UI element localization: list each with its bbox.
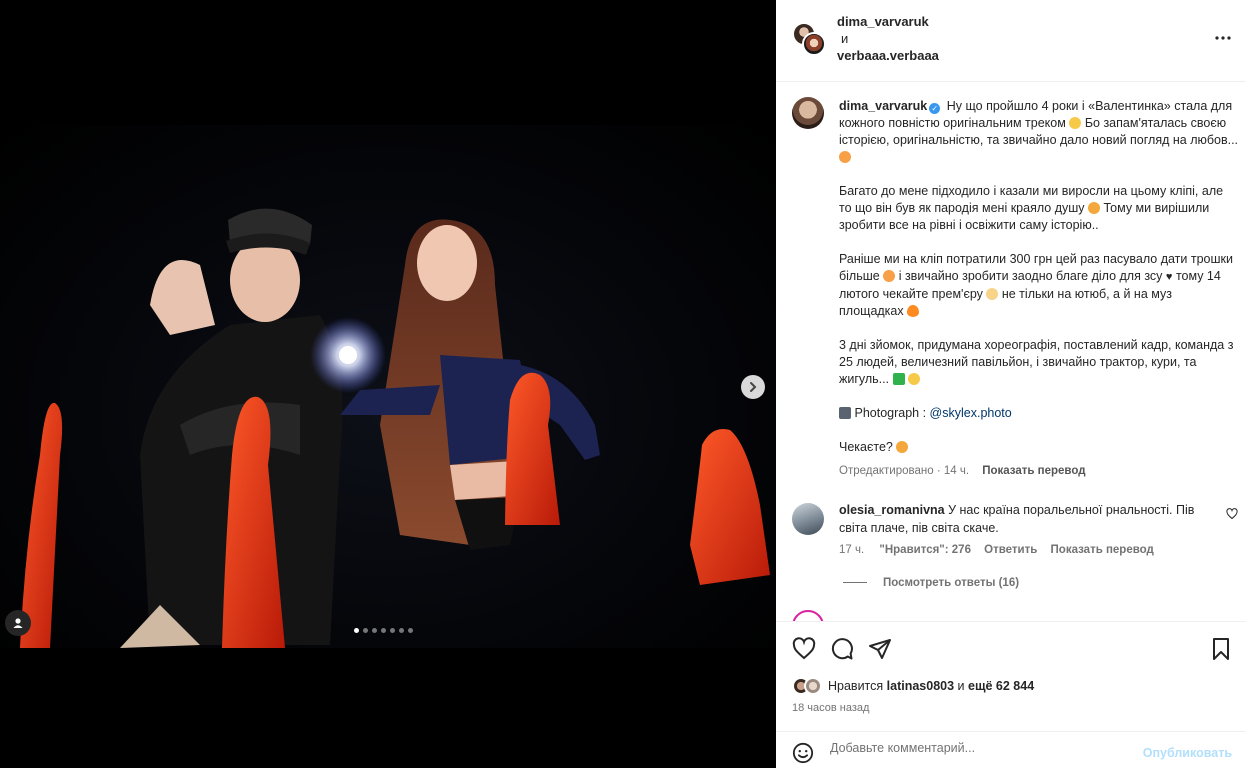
- avatar: [804, 677, 822, 695]
- wink-emoji-icon: [908, 373, 921, 385]
- bookmark-icon[interactable]: [1210, 637, 1232, 661]
- post-caption: dima_varvaruk ✓ Ну що пройшло 4 роки і «В…: [839, 98, 1239, 473]
- heart-icon: ♥: [1165, 271, 1173, 283]
- carousel-dot: [408, 628, 413, 633]
- smile-emoji-icon: [986, 288, 999, 300]
- chevron-right-icon: [750, 382, 757, 392]
- next-photo-button[interactable]: [741, 375, 765, 399]
- tagged-users-button[interactable]: [5, 610, 31, 636]
- woman-figure: [340, 219, 600, 550]
- heart-eyes-emoji-icon: [839, 151, 851, 163]
- caption-text: і звичайно зробити заодно благе діло для…: [898, 269, 1163, 283]
- caption-username[interactable]: dima_varvaruk: [839, 99, 927, 113]
- translate-comment-button[interactable]: Показать перевод: [1051, 544, 1154, 556]
- fire-emoji-icon: [907, 305, 920, 317]
- post-actions: [776, 621, 1246, 673]
- carousel-indicator: [354, 628, 413, 633]
- author-link[interactable]: verbaaa.verbaaa: [837, 47, 939, 64]
- view-replies-button[interactable]: Посмотреть ответы (16): [843, 577, 1019, 589]
- carousel-dot: [363, 628, 368, 633]
- caption-text: Чекаєте?: [839, 440, 893, 454]
- publish-button[interactable]: Опубликовать: [1143, 746, 1232, 760]
- likes-summary[interactable]: Нравится latinas0803 и ещё 62 844: [792, 677, 1034, 695]
- smile-icon[interactable]: [792, 742, 814, 764]
- carousel-dot: [390, 628, 395, 633]
- carousel-dot: [372, 628, 377, 633]
- comment-likes-button[interactable]: "Нравится": 276: [879, 544, 971, 556]
- likes-prefix: Нравится: [828, 679, 887, 693]
- comment-meta: 17 ч. "Нравится": 276 Ответить Показать …: [839, 544, 1164, 556]
- collab-avatars[interactable]: [792, 22, 826, 56]
- comment-avatar[interactable]: [792, 503, 824, 535]
- comment: olesia_romanivna У нас країна поральельн…: [839, 501, 1209, 537]
- translate-caption-button[interactable]: Показать перевод: [982, 465, 1085, 477]
- collab-names: dima_varvaruk и verbaaa.verbaaa: [837, 13, 939, 64]
- send-icon[interactable]: [868, 637, 892, 661]
- pleading-emoji-icon: [896, 441, 909, 453]
- comment-icon[interactable]: [830, 637, 854, 661]
- carousel-dot: [381, 628, 386, 633]
- sad-emoji-icon: [1088, 202, 1100, 214]
- carousel-dot: [399, 628, 404, 633]
- post-time: 18 часов назад: [792, 702, 870, 714]
- likes-text: Нравится latinas0803 и ещё 62 844: [828, 679, 1034, 693]
- smirk-emoji-icon: [1069, 117, 1082, 129]
- carousel-dot: [354, 628, 359, 633]
- caption-avatar[interactable]: [792, 97, 824, 129]
- likes-count-button[interactable]: ещё 62 844: [968, 679, 1034, 693]
- post-side-panel: dima_varvaruk и verbaaa.verbaaa dima_var…: [776, 0, 1246, 768]
- next-comment-avatar[interactable]: [792, 610, 824, 621]
- likes-and: и: [954, 679, 968, 693]
- post-photo[interactable]: [0, 125, 776, 648]
- post-dialog: dima_varvaruk и verbaaa.verbaaa dima_var…: [0, 0, 1246, 768]
- photo-illustration: [20, 208, 770, 648]
- and-label: и: [841, 31, 849, 46]
- verified-badge-icon: ✓: [929, 103, 941, 114]
- comment-username[interactable]: olesia_romanivna: [839, 503, 945, 517]
- photographer-link[interactable]: @skylex.photo: [930, 406, 1012, 420]
- author-link[interactable]: dima_varvaruk: [837, 13, 939, 30]
- post-header: dima_varvaruk и verbaaa.verbaaa: [776, 0, 1246, 82]
- user-tag-icon: [13, 618, 23, 628]
- comment-time: 17 ч.: [839, 544, 865, 556]
- reply-button[interactable]: Ответить: [984, 544, 1037, 556]
- comments-list[interactable]: dima_varvaruk ✓ Ну що пройшло 4 роки і «В…: [776, 83, 1246, 621]
- more-horizontal-icon[interactable]: [1214, 29, 1232, 47]
- edited-label: Отредактировано · 14 ч.: [839, 465, 970, 477]
- media-pane: [0, 0, 776, 768]
- avatar: [802, 32, 826, 56]
- liker-link[interactable]: latinas0803: [887, 679, 954, 693]
- add-comment-bar: Опубликовать: [776, 731, 1246, 768]
- comment-input[interactable]: [830, 741, 1130, 755]
- heart-icon[interactable]: [792, 637, 816, 661]
- camera-emoji-icon: [839, 407, 851, 419]
- check-emoji-icon: [892, 373, 905, 385]
- heart-eyes-emoji-icon: [883, 270, 896, 282]
- caption-text: Photograph :: [854, 406, 930, 420]
- heart-icon[interactable]: [1226, 508, 1238, 520]
- caption-meta: Отредактировано · 14 ч. Показать перевод: [839, 465, 1086, 477]
